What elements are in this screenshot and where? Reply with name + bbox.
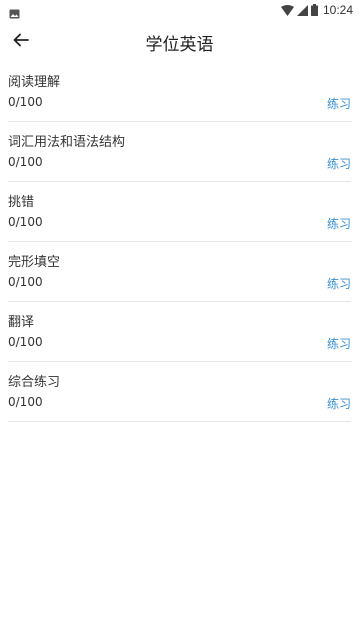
practice-button[interactable]: 练习 [327,95,351,112]
status-time: 10:24 [322,3,353,17]
practice-button[interactable]: 练习 [327,275,351,292]
practice-list: 阅读理解 0/100 练习 词汇用法和语法结构 0/100 练习 挑错 0/10… [0,62,359,422]
list-item: 阅读理解 0/100 练习 [8,62,351,122]
item-title: 挑错 [8,195,35,210]
list-item: 完形填空 0/100 练习 [8,242,351,302]
item-progress: 0/100 [8,275,43,289]
signal-icon [296,1,308,20]
list-item: 综合练习 0/100 练习 [8,362,351,422]
item-progress: 0/100 [8,335,43,349]
practice-button[interactable]: 练习 [327,155,351,172]
item-title: 综合练习 [8,375,61,390]
image-icon [9,4,20,19]
list-item: 挑错 0/100 练习 [8,182,351,242]
list-item: 词汇用法和语法结构 0/100 练习 [8,122,351,182]
app-bar: 学位英语 [0,20,359,62]
item-progress: 0/100 [8,95,43,109]
practice-button[interactable]: 练习 [327,395,351,412]
item-progress: 0/100 [8,395,43,409]
item-title: 阅读理解 [8,75,61,90]
practice-button[interactable]: 练习 [327,335,351,352]
list-item: 翻译 0/100 练习 [8,302,351,362]
item-progress: 0/100 [8,215,43,229]
wifi-icon [280,1,294,20]
item-progress: 0/100 [8,155,43,169]
page-title: 学位英语 [145,35,214,55]
battery-icon [310,1,318,20]
practice-button[interactable]: 练习 [327,215,351,232]
item-title: 完形填空 [8,255,61,270]
item-title: 词汇用法和语法结构 [8,135,126,150]
item-title: 翻译 [8,315,35,330]
status-bar: 10:24 [0,0,359,20]
